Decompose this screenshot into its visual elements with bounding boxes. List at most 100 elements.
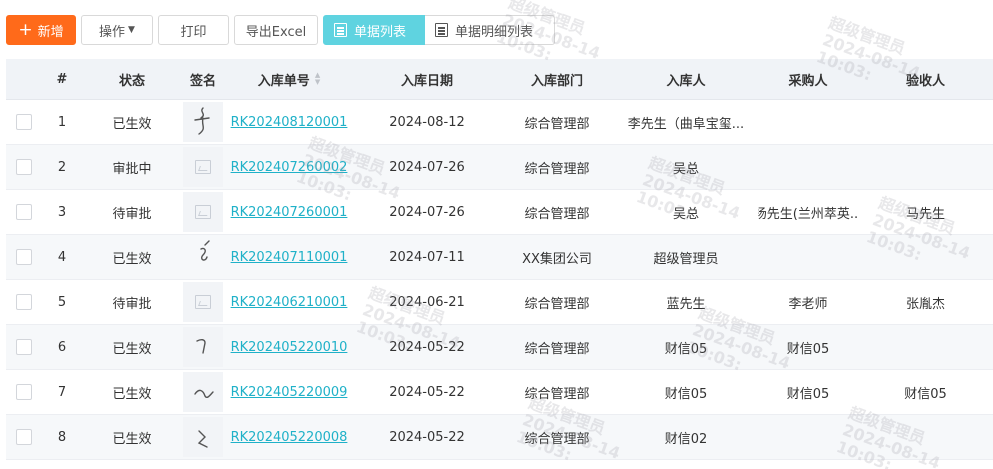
print-button[interactable]: 打印	[158, 15, 229, 45]
row-date: 2024-07-26	[389, 159, 465, 175]
row-checker	[858, 415, 993, 459]
row-date: 2024-05-22	[389, 384, 465, 400]
row-dept: 综合管理部	[524, 296, 590, 312]
doc-no-link[interactable]: RK202406210001	[231, 295, 348, 310]
operations-dropdown[interactable]: 操作 ▼	[81, 15, 153, 45]
row-buyer	[758, 100, 858, 144]
row-num: 2	[57, 159, 67, 175]
row-buyer: 财信05	[786, 341, 830, 357]
tab-document-list[interactable]: 单据列表	[323, 15, 425, 45]
signature-image	[183, 327, 223, 367]
header-doc-no-label: 入库单号	[257, 73, 310, 89]
signature-image	[183, 372, 223, 412]
list-icon	[334, 23, 347, 37]
header-signature: 签名	[189, 73, 216, 89]
image-placeholder-icon	[195, 160, 211, 174]
row-date: 2024-07-11	[389, 249, 465, 265]
doc-no-link[interactable]: RK202405220009	[231, 385, 348, 400]
header-checker: 验收人	[905, 73, 945, 89]
row-dept: 综合管理部	[524, 161, 590, 177]
header-date: 入库日期	[400, 73, 453, 89]
row-checker	[858, 145, 993, 189]
header-doc-no[interactable]: 入库单号 ▲ ▼	[224, 59, 354, 99]
row-dept: 综合管理部	[524, 386, 590, 402]
row-status: 已生效	[112, 431, 152, 447]
table-row[interactable]: 5 待审批 RK202406210001 2024-06-21 综合管理部 蓝先生 李老师 张…	[6, 280, 993, 325]
row-checkbox[interactable]	[16, 114, 32, 130]
doc-no-link[interactable]: RK202407110001	[231, 250, 348, 265]
row-num: 8	[57, 429, 67, 445]
view-switcher: 单据列表 单据明细列表	[323, 15, 555, 45]
tab-document-detail-list-label: 单据明细列表	[455, 24, 534, 40]
doc-no-link[interactable]: RK202405220008	[231, 430, 348, 445]
print-label: 打印	[180, 24, 207, 40]
table-row[interactable]: 8 已生效 RK202405220008 2024-05-22 综合管理部 财信02	[6, 415, 993, 460]
export-label: 导出Excel	[245, 24, 307, 40]
row-checkbox[interactable]	[16, 429, 32, 445]
row-status: 审批中	[112, 161, 152, 177]
image-placeholder-icon	[195, 205, 211, 219]
signature-image	[183, 102, 223, 142]
table-row[interactable]: 1 已生效 RK202408120001 2024-08-12 综合管理部 李先生（曲阜宝…	[6, 100, 993, 145]
row-receiver: 吴总	[672, 206, 699, 222]
signature-placeholder	[183, 147, 223, 187]
row-receiver: 财信05	[664, 341, 708, 357]
doc-no-link[interactable]: RK202407260001	[231, 205, 348, 220]
header-receiver: 入库人	[666, 73, 706, 89]
row-checkbox[interactable]	[16, 339, 32, 355]
row-checker: 马先生	[905, 206, 945, 222]
row-buyer	[758, 235, 858, 279]
row-date: 2024-08-12	[389, 114, 465, 130]
row-dept: 综合管理部	[524, 341, 590, 357]
table-row[interactable]: 7 已生效 RK202405220009 2024-05-22 综合管理部 财信05 财信0…	[6, 370, 993, 415]
row-checkbox[interactable]	[16, 204, 32, 220]
table-row[interactable]: 4 已生效 RK202407110001 2024-07-11 XX集团公司 超级管理员	[6, 235, 993, 280]
add-button[interactable]: + 新增	[6, 15, 76, 45]
table-row[interactable]: 6 已生效 RK202405220010 2024-05-22 综合管理部 财信05 财信0…	[6, 325, 993, 370]
caret-down-icon: ▼	[128, 25, 135, 35]
row-checkbox[interactable]	[16, 249, 32, 265]
row-dept: 综合管理部	[524, 431, 590, 447]
row-date: 2024-05-22	[389, 429, 465, 445]
row-dept: 综合管理部	[524, 116, 590, 132]
row-num: 4	[57, 249, 67, 265]
doc-no-link[interactable]: RK202408120001	[231, 115, 348, 130]
row-receiver: 蓝先生	[666, 296, 706, 312]
signature-image	[183, 237, 223, 277]
row-checker	[858, 235, 993, 279]
sort-icon[interactable]: ▲ ▼	[315, 72, 320, 86]
row-checkbox[interactable]	[16, 294, 32, 310]
row-checker: 财信05	[904, 386, 947, 402]
header-buyer: 采购人	[788, 73, 828, 89]
row-num: 3	[57, 204, 67, 220]
row-date: 2024-07-26	[389, 204, 465, 220]
row-status: 待审批	[112, 296, 152, 312]
table-row[interactable]: 2 审批中 RK202407260002 2024-07-26 综合管理部 吴总	[6, 145, 993, 190]
doc-no-link[interactable]: RK202407260002	[231, 160, 348, 175]
row-checkbox[interactable]	[16, 159, 32, 175]
table-header: # 状态 签名 入库单号 ▲ ▼ 入库日期 入库部门 入库人 采购人 验收人	[6, 59, 993, 100]
row-buyer: 杨先生(兰州萃英...	[758, 206, 858, 222]
row-checker	[858, 100, 993, 144]
row-checker: 张胤杰	[905, 296, 945, 312]
signature-image	[183, 417, 223, 457]
row-buyer	[758, 145, 858, 189]
row-receiver: 吴总	[672, 161, 699, 177]
signature-placeholder	[183, 282, 223, 322]
row-status: 已生效	[112, 341, 152, 357]
table-row[interactable]: 3 待审批 RK202407260001 2024-07-26 综合管理部 吴总 杨先生(兰…	[6, 190, 993, 235]
row-status: 已生效	[112, 251, 152, 267]
row-checkbox[interactable]	[16, 384, 32, 400]
doc-no-link[interactable]: RK202405220010	[231, 340, 348, 355]
row-num: 7	[57, 384, 67, 400]
row-status: 已生效	[112, 386, 152, 402]
row-num: 1	[57, 114, 67, 130]
row-buyer: 财信05	[786, 386, 830, 402]
header-status: 状态	[118, 73, 145, 89]
header-dept: 入库部门	[530, 73, 583, 89]
row-buyer: 李老师	[788, 296, 828, 312]
tab-document-detail-list[interactable]: 单据明细列表	[425, 15, 555, 45]
operations-label: 操作	[99, 24, 126, 40]
row-status: 待审批	[112, 206, 152, 222]
export-excel-button[interactable]: 导出Excel	[234, 15, 318, 45]
